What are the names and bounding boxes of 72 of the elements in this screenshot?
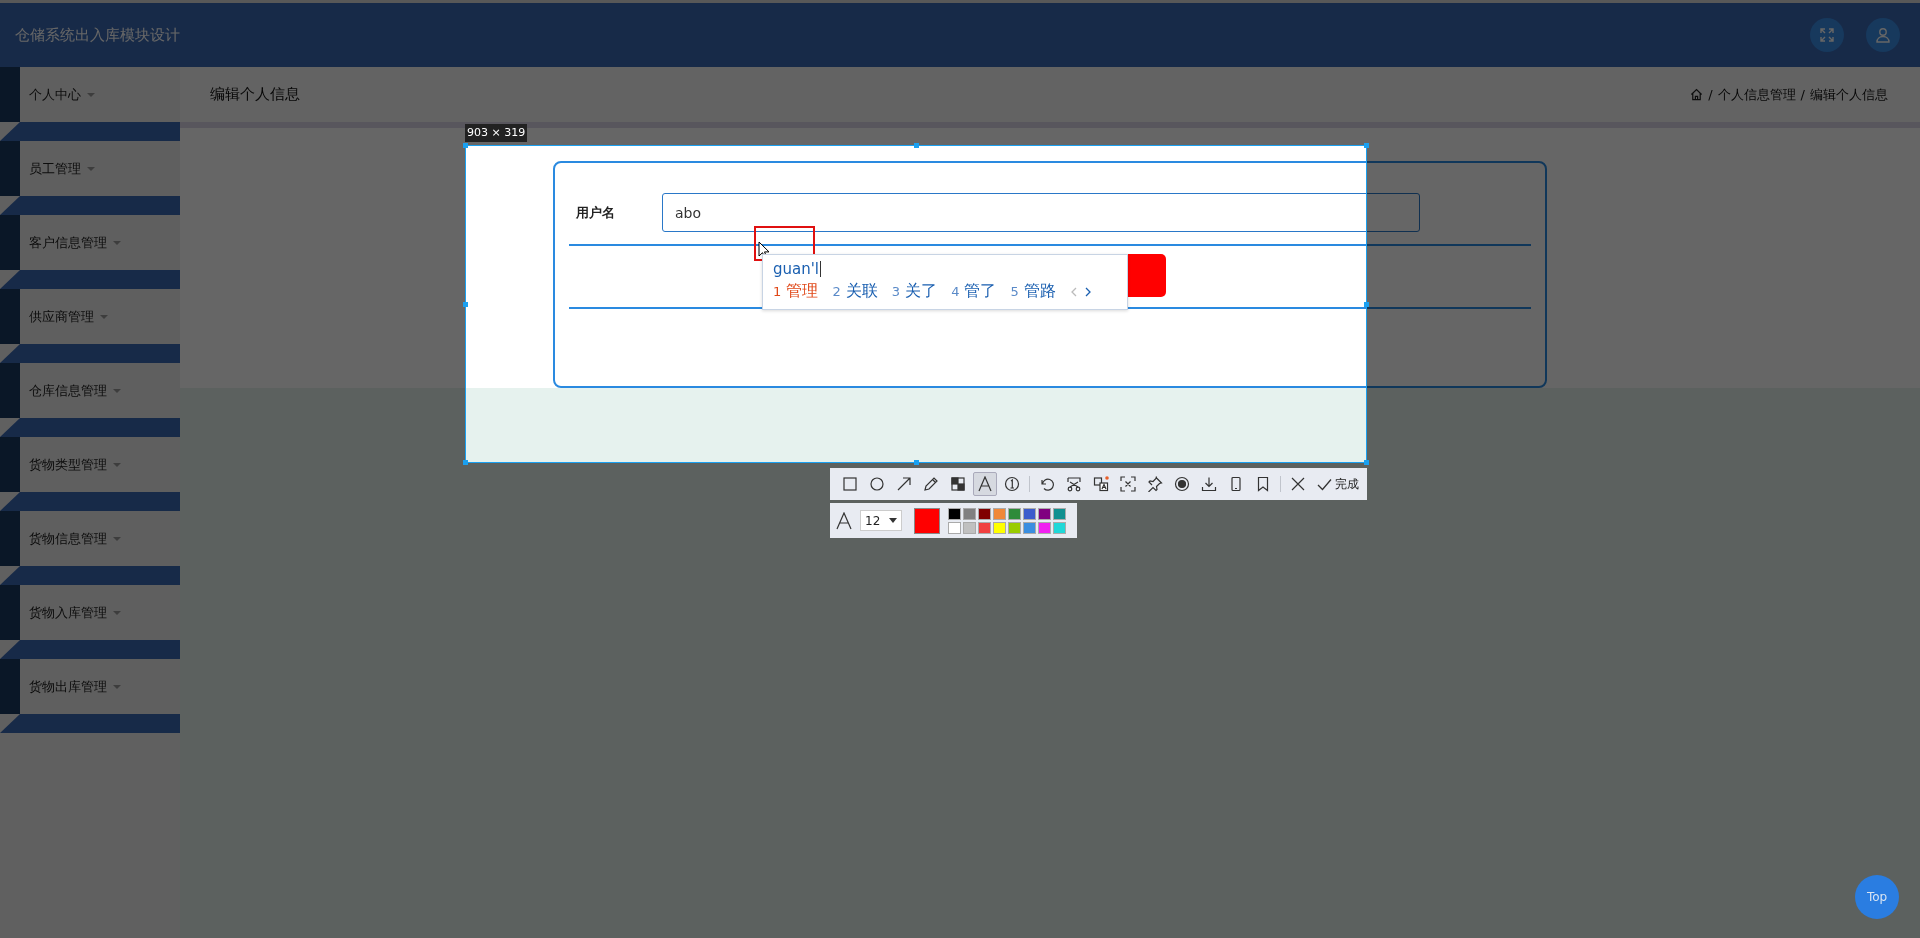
- color-swatch[interactable]: [948, 521, 961, 534]
- caret-icon: [87, 92, 95, 97]
- caret-icon: [113, 462, 121, 467]
- rectangle-icon: [842, 476, 858, 492]
- color-swatch[interactable]: [1053, 507, 1066, 520]
- capture-selection[interactable]: [465, 145, 1367, 463]
- caret-icon: [113, 684, 121, 689]
- phone-icon: [1228, 476, 1244, 492]
- color-swatch[interactable]: [1008, 521, 1021, 534]
- pin-icon: [1147, 476, 1163, 492]
- page-title: 编辑个人信息: [210, 85, 300, 104]
- numbered-circle-icon: [1004, 476, 1020, 492]
- color-swatch[interactable]: [963, 521, 976, 534]
- caret-icon: [113, 240, 121, 245]
- scan-icon: [1120, 476, 1136, 492]
- translate-icon: [1093, 476, 1109, 492]
- text-icon: [977, 476, 993, 492]
- page-next-icon[interactable]: [1083, 285, 1092, 298]
- input-field[interactable]: abo: [662, 193, 1420, 232]
- breadcrumb-separator: /: [1800, 87, 1805, 102]
- color-swatch[interactable]: [993, 521, 1006, 534]
- color-swatch[interactable]: [1008, 507, 1021, 520]
- color-swatch[interactable]: [948, 507, 961, 520]
- undo-icon: [1039, 476, 1055, 492]
- color-swatch[interactable]: [1038, 521, 1051, 534]
- bookmark-icon: [1255, 476, 1271, 492]
- color-swatch[interactable]: [978, 507, 991, 520]
- color-swatch[interactable]: [1053, 521, 1066, 534]
- page-prev-icon[interactable]: [1069, 285, 1078, 298]
- scissors-icon: [1066, 476, 1082, 492]
- done-button[interactable]: 完成: [1315, 475, 1361, 493]
- breadcrumb-link[interactable]: 个人信息管理: [1717, 85, 1796, 104]
- caret-icon: [100, 314, 108, 319]
- current-color-swatch[interactable]: [914, 507, 940, 534]
- ime-candidate[interactable]: 1 管理: [773, 281, 819, 302]
- caret-icon: [113, 610, 121, 615]
- color-swatch[interactable]: [963, 507, 976, 520]
- breadcrumb-link[interactable]: 编辑个人信息: [1810, 85, 1888, 104]
- fullscreen-button[interactable]: [1810, 18, 1844, 52]
- pencil-icon: [923, 476, 939, 492]
- record-icon: [1174, 476, 1190, 492]
- user-icon: [1875, 27, 1891, 43]
- arrow-icon: [896, 476, 912, 492]
- ime-candidate[interactable]: 3 关了: [891, 281, 938, 302]
- caret-icon: [87, 166, 95, 171]
- home-icon[interactable]: [1690, 88, 1704, 101]
- check-icon: [1317, 477, 1332, 491]
- color-swatch[interactable]: [1023, 507, 1036, 520]
- caret-icon: [889, 518, 897, 523]
- color-swatch[interactable]: [993, 507, 1006, 520]
- breadcrumb-separator: /: [1708, 87, 1713, 102]
- app-title: 仓储系统出入库模块设计: [15, 25, 180, 45]
- close-icon: [1290, 476, 1306, 492]
- field-label: 用户名: [575, 203, 616, 222]
- ime-candidate[interactable]: 2 关联: [832, 281, 878, 302]
- fullscreen-icon: [1819, 27, 1835, 43]
- user-button[interactable]: [1866, 18, 1900, 52]
- color-swatch[interactable]: [1023, 521, 1036, 534]
- caret-icon: [113, 388, 121, 393]
- color-swatch[interactable]: [978, 521, 991, 534]
- ime-composition: guan'l: [773, 259, 823, 280]
- text-tool-button[interactable]: [973, 472, 997, 496]
- ime-candidate[interactable]: 4 管了: [951, 281, 997, 302]
- circle-icon: [869, 476, 885, 492]
- caret-icon: [113, 536, 121, 541]
- ime-candidate[interactable]: 5 管路: [1010, 281, 1056, 302]
- download-icon: [1201, 476, 1217, 492]
- size-label: 903 × 319: [465, 124, 528, 142]
- color-swatch[interactable]: [1038, 507, 1051, 520]
- mosaic-icon: [950, 476, 966, 492]
- font-icon: [836, 511, 852, 530]
- font-size-select[interactable]: 12: [860, 510, 902, 531]
